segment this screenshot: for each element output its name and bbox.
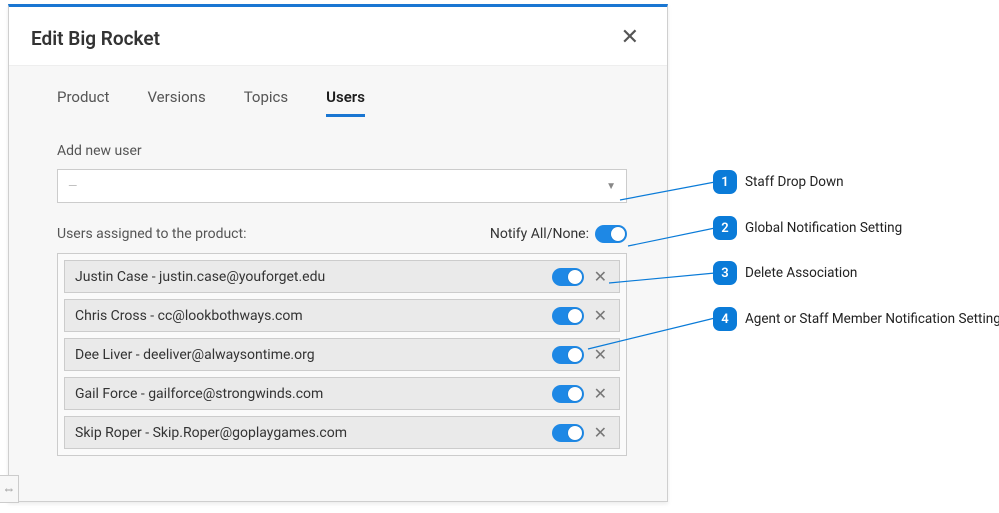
notify-all-label: Notify All/None: <box>490 226 589 242</box>
edit-product-modal: Edit Big Rocket ✕ Product Versions Topic… <box>8 4 668 502</box>
tab-row: Product Versions Topics Users <box>57 88 627 117</box>
user-row: Dee Liver - deeliver@alwaysontime.org ✕ <box>64 338 620 371</box>
notify-all-toggle[interactable] <box>595 225 627 243</box>
user-row: Skip Roper - Skip.Roper@goplaygames.com … <box>64 416 620 449</box>
user-notify-toggle[interactable] <box>552 385 584 403</box>
tab-users[interactable]: Users <box>326 88 365 117</box>
dropdown-placeholder: — <box>68 179 77 193</box>
callout-badge: 1 <box>713 170 737 194</box>
user-row: Gail Force - gailforce@strongwinds.com ✕ <box>64 377 620 410</box>
notify-all-wrap: Notify All/None: <box>490 225 627 243</box>
tab-product[interactable]: Product <box>57 88 109 117</box>
modal-body: Product Versions Topics Users Add new us… <box>9 66 667 501</box>
callout-4: 4 Agent or Staff Member Notification Set… <box>713 307 999 331</box>
callout-badge: 2 <box>713 216 737 240</box>
user-display: Skip Roper - Skip.Roper@goplaygames.com <box>75 425 347 441</box>
user-notify-toggle[interactable] <box>552 268 584 286</box>
callout-text: Global Notification Setting <box>745 220 902 236</box>
user-display: Gail Force - gailforce@strongwinds.com <box>75 386 323 402</box>
user-row: Justin Case - justin.case@youforget.edu … <box>64 260 620 293</box>
add-user-dropdown[interactable]: — ▼ <box>57 169 627 203</box>
user-notify-toggle[interactable] <box>552 307 584 325</box>
callout-3: 3 Delete Association <box>713 261 857 285</box>
user-row: Chris Cross - cc@lookbothways.com ✕ <box>64 299 620 332</box>
user-display: Justin Case - justin.case@youforget.edu <box>75 269 325 285</box>
user-notify-toggle[interactable] <box>552 346 584 364</box>
modal-title: Edit Big Rocket <box>31 27 160 50</box>
add-user-label: Add new user <box>57 143 627 159</box>
remove-user-icon[interactable]: ✕ <box>592 267 609 286</box>
modal-header: Edit Big Rocket ✕ <box>9 7 667 66</box>
remove-user-icon[interactable]: ✕ <box>592 345 609 364</box>
callout-badge: 4 <box>713 307 737 331</box>
chevron-down-icon: ▼ <box>606 181 616 192</box>
assigned-header: Users assigned to the product: Notify Al… <box>57 225 627 243</box>
remove-user-icon[interactable]: ✕ <box>592 306 609 325</box>
close-icon[interactable]: ✕ <box>615 25 645 51</box>
tab-topics[interactable]: Topics <box>244 88 288 117</box>
callout-text: Staff Drop Down <box>745 174 844 190</box>
remove-user-icon[interactable]: ✕ <box>592 384 609 403</box>
callout-text: Agent or Staff Member Notification Setti… <box>745 311 999 327</box>
callout-badge: 3 <box>713 261 737 285</box>
assigned-label: Users assigned to the product: <box>57 226 246 242</box>
user-list: Justin Case - justin.case@youforget.edu … <box>57 253 627 456</box>
tab-versions[interactable]: Versions <box>147 88 205 117</box>
callout-1: 1 Staff Drop Down <box>713 170 844 194</box>
remove-user-icon[interactable]: ✕ <box>592 423 609 442</box>
user-display: Dee Liver - deeliver@alwaysontime.org <box>75 347 315 363</box>
callout-text: Delete Association <box>745 265 857 281</box>
user-display: Chris Cross - cc@lookbothways.com <box>75 308 303 324</box>
callout-2: 2 Global Notification Setting <box>713 216 902 240</box>
user-notify-toggle[interactable] <box>552 424 584 442</box>
resize-handle-icon[interactable]: ⇔ <box>0 475 19 503</box>
